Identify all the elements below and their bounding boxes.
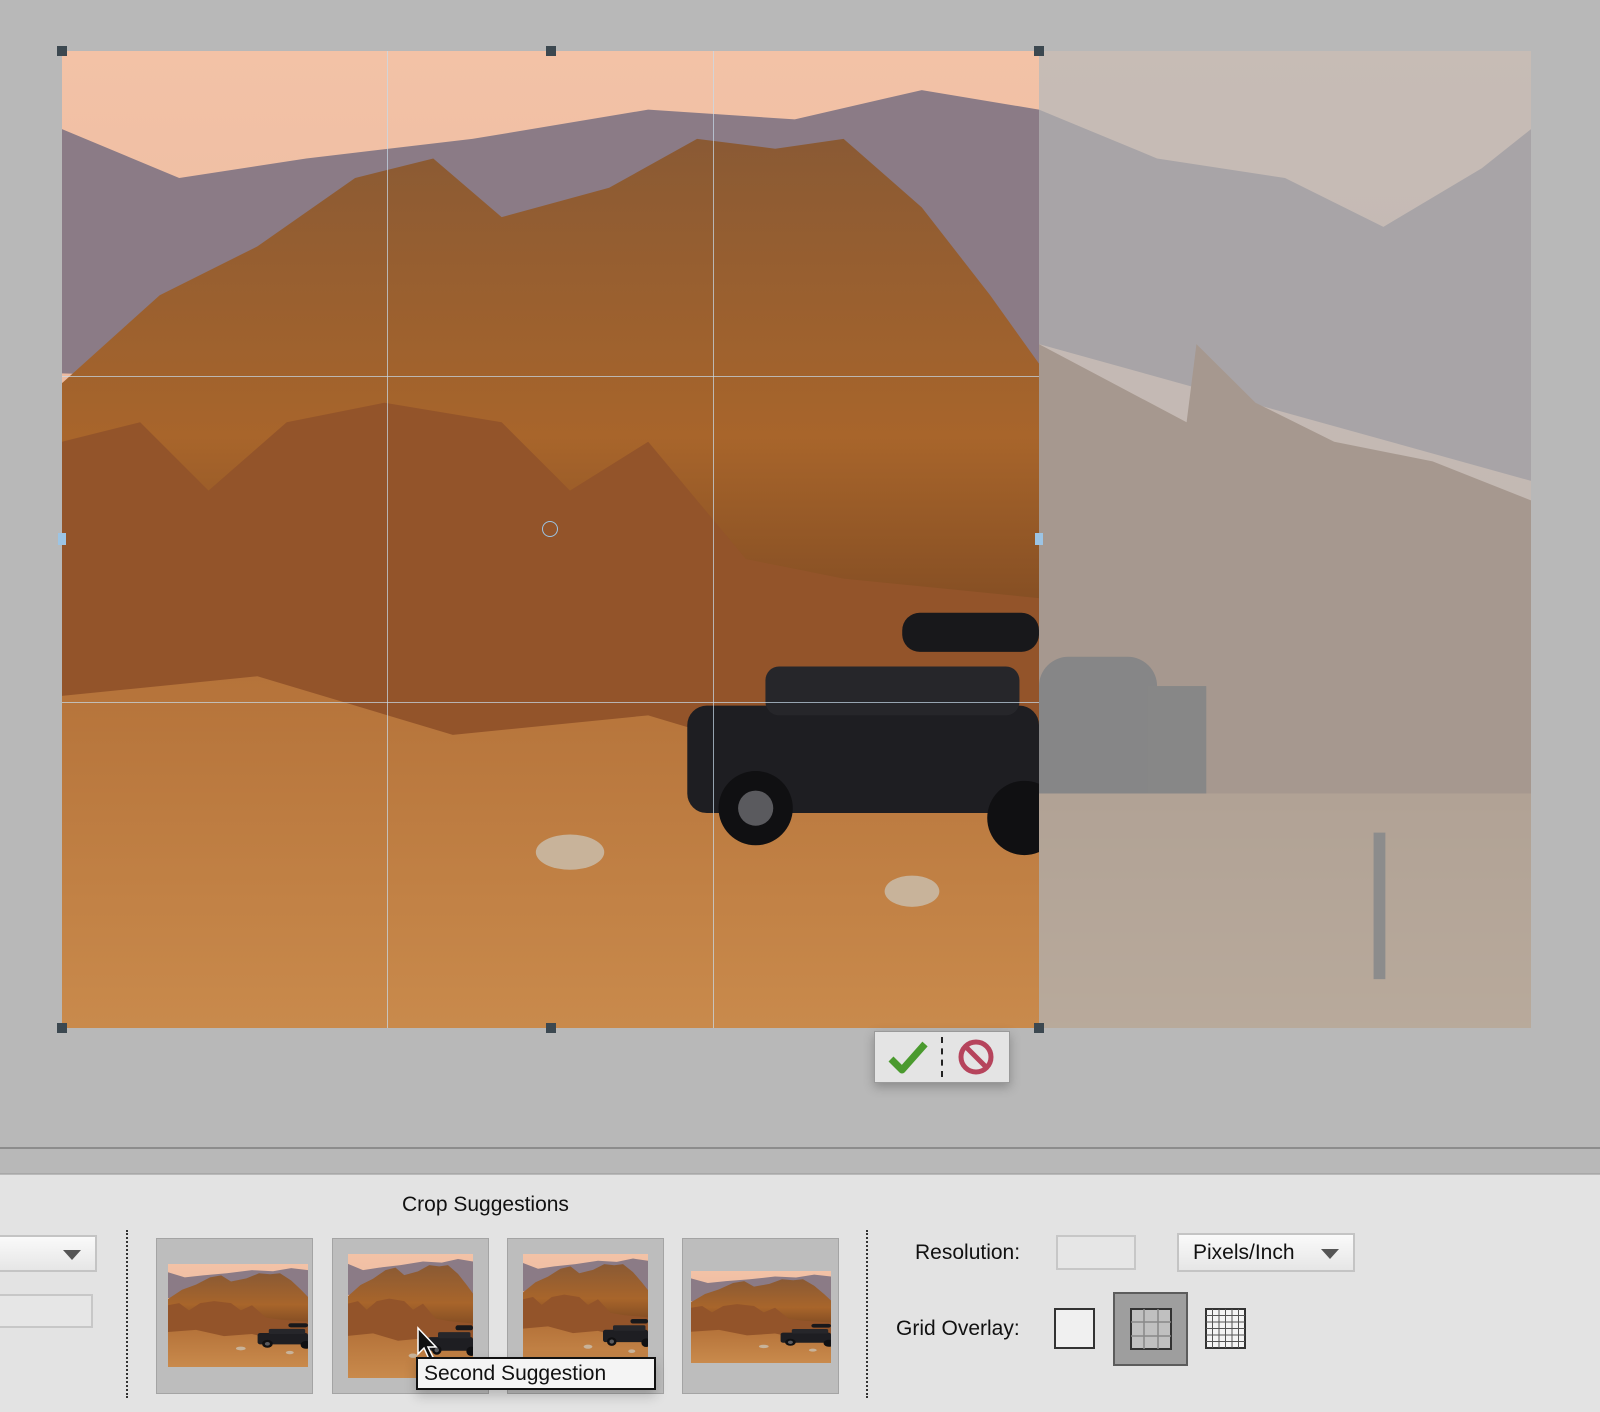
grid-fine-button[interactable]: [1205, 1308, 1246, 1354]
separator: [866, 1230, 868, 1398]
image-canvas[interactable]: [0, 0, 1600, 1147]
grid-line: [62, 376, 1039, 377]
crop-handle-bottom-left[interactable]: [57, 1023, 67, 1033]
crop-suggestion-1[interactable]: [156, 1238, 313, 1394]
crop-handle-right[interactable]: [1035, 533, 1043, 545]
grid-icon: [1205, 1308, 1246, 1349]
crop-handle-bottom[interactable]: [546, 1023, 556, 1033]
no-sign-icon: [958, 1039, 994, 1075]
chevron-down-icon: [1321, 1248, 1339, 1259]
grid-line: [62, 702, 1039, 703]
photo-desert-rocks: [62, 51, 1039, 1028]
grid-line: [713, 51, 714, 1028]
cropped-out-area: [1039, 51, 1531, 1028]
thumbnail-image: [691, 1271, 831, 1363]
resolution-unit-value: Pixels/Inch: [1193, 1240, 1295, 1264]
crop-suggestion-4[interactable]: [682, 1238, 839, 1394]
checkmark-icon: [888, 1041, 928, 1074]
thumbnail-image: [168, 1264, 308, 1367]
separator: [941, 1037, 943, 1077]
crop-handle-top-right[interactable]: [1034, 46, 1044, 56]
crop-handle-top[interactable]: [546, 46, 556, 56]
rule-of-thirds-grid-icon: [1129, 1308, 1172, 1350]
commit-crop-button[interactable]: [878, 1034, 938, 1080]
crop-handle-bottom-right[interactable]: [1034, 1023, 1044, 1033]
commit-bar: [874, 1031, 1010, 1083]
separator: [126, 1230, 128, 1398]
aspect-ratio-dropdown[interactable]: [0, 1235, 97, 1272]
grid-none-button[interactable]: [1054, 1308, 1095, 1349]
crosshair-icon: [542, 521, 558, 537]
cancel-crop-button[interactable]: [946, 1034, 1006, 1080]
resolution-input[interactable]: [1056, 1235, 1136, 1270]
chevron-down-icon: [63, 1249, 81, 1260]
tooltip: Second Suggestion: [416, 1357, 656, 1390]
size-input[interactable]: [0, 1294, 93, 1328]
thumbnail-image: [523, 1254, 648, 1367]
resolution-unit-dropdown[interactable]: Pixels/Inch: [1177, 1233, 1355, 1272]
grid-line: [387, 51, 388, 1028]
grid-overlay-label: Grid Overlay:: [896, 1317, 1020, 1340]
grid-thirds-button[interactable]: [1113, 1292, 1188, 1366]
resolution-label: Resolution:: [915, 1241, 1021, 1264]
panel-strip: [0, 1149, 1600, 1174]
crop-suggestions-title: Crop Suggestions: [402, 1193, 569, 1216]
crop-handle-left[interactable]: [58, 533, 66, 545]
crop-selection[interactable]: [62, 51, 1039, 1028]
crop-handle-top-left[interactable]: [57, 46, 67, 56]
